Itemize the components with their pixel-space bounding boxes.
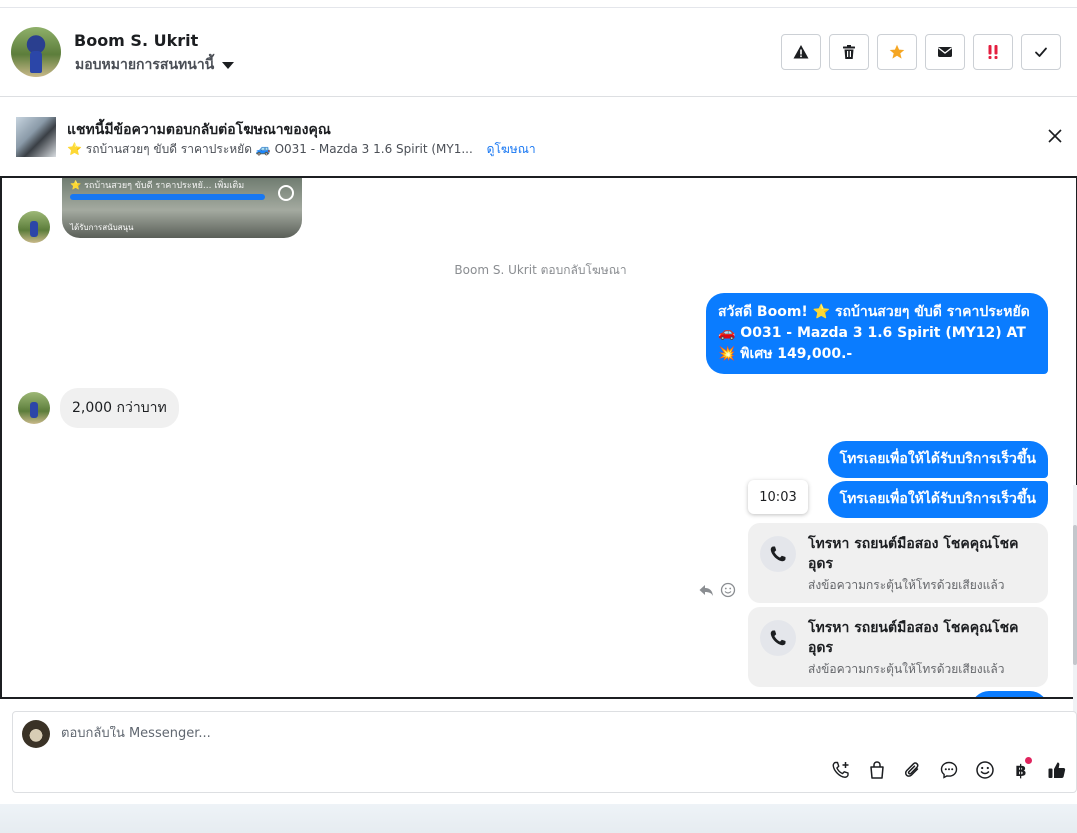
- ad-preview-card[interactable]: ⭐ รถบ้านสวยๆ ขับดี ราคาประหยั... เพิ่มเต…: [62, 178, 302, 238]
- phone-plus-icon: [832, 761, 849, 778]
- close-icon[interactable]: [1047, 128, 1063, 144]
- call-card-subtitle: ส่งข้อความกระตุ้นให้โทรด้วยเสียงแล้ว: [808, 662, 1005, 676]
- message-hover-actions: [698, 582, 736, 598]
- reply-composer: ฿: [12, 711, 1077, 793]
- view-ad-link[interactable]: ดูโฆษณา: [487, 142, 536, 156]
- contact-avatar[interactable]: [11, 27, 61, 77]
- star-icon: [889, 44, 905, 59]
- outgoing-message[interactable]: โทรเลยเพื่อให้ได้รับบริการเร็วขึ้น: [827, 481, 1048, 518]
- emoji-icon: [976, 761, 994, 779]
- delete-button[interactable]: [829, 34, 869, 70]
- outgoing-message[interactable]: โทรเลยเพื่อให้ได้รับบริการเร็วขึ้น: [827, 441, 1048, 478]
- header-actions: [781, 34, 1061, 70]
- outgoing-message[interactable]: สวัสดี Boom! ⭐ รถบ้านสวยๆ ขับดี ราคาประห…: [706, 293, 1048, 374]
- call-button[interactable]: [830, 759, 852, 781]
- phone-icon: [770, 630, 786, 646]
- contact-avatar-small: [18, 211, 50, 243]
- trash-icon: [843, 45, 855, 59]
- paperclip-icon: [904, 762, 919, 777]
- top-edge: [0, 0, 1077, 8]
- incoming-message[interactable]: 2,000 กว่าบาท: [60, 388, 179, 428]
- page-avatar: [22, 720, 50, 748]
- check-icon: [1035, 47, 1047, 57]
- baht-icon: ฿: [1015, 760, 1027, 780]
- outgoing-message-partial[interactable]: [971, 691, 1048, 697]
- call-prompt-card[interactable]: โทรหา รถยนต์มือสอง โชคคุณโชค อุดร ส่งข้อ…: [748, 523, 1048, 603]
- call-card-title: โทรหา รถยนต์มือสอง โชคคุณโชค อุดร: [808, 536, 1019, 572]
- shop-button[interactable]: [866, 759, 888, 781]
- contact-avatar-small: [18, 392, 50, 424]
- reply-input[interactable]: [61, 726, 861, 741]
- contact-name[interactable]: Boom S. Ukrit: [74, 31, 198, 50]
- ad-description: ⭐ รถบ้านสวยๆ ขับดี ราคาประหยัด 🚙 O031 - …: [67, 142, 473, 156]
- composer-tools: ฿: [830, 757, 1068, 781]
- notification-dot: [1025, 757, 1032, 764]
- thumbs-up-icon: [1048, 762, 1066, 778]
- assign-conversation-dropdown[interactable]: มอบหมายการสนทนานี้: [75, 54, 235, 76]
- emoji-reaction-icon[interactable]: [720, 582, 736, 598]
- saved-replies-button[interactable]: [938, 759, 960, 781]
- message-line: 💥 พิเศษ 149,000.-: [718, 346, 853, 362]
- shopping-bag-icon: [870, 761, 884, 779]
- report-button[interactable]: [781, 34, 821, 70]
- like-button[interactable]: [1046, 759, 1068, 781]
- mark-done-button[interactable]: [1021, 34, 1061, 70]
- message-line: สวัสดี Boom! ⭐ รถบ้านสวยๆ ขับดี ราคาประห…: [718, 304, 1030, 320]
- phone-icon: [770, 546, 786, 562]
- ad-banner-title: แชทนี้มีข้อความตอบกลับต่อโฆษณาของคุณ: [67, 122, 331, 138]
- call-card-title: โทรหา รถยนต์มือสอง โชคคุณโชค อุดร: [808, 620, 1019, 656]
- ad-thumbnail: [16, 117, 56, 157]
- system-note: Boom S. Ukrit ตอบกลับโฆษณา: [454, 263, 627, 277]
- caret-down-icon: [222, 61, 235, 69]
- phone-icon-wrap: [760, 620, 796, 656]
- messenger-icon: [278, 185, 294, 201]
- scrollbar-thumb[interactable]: [1073, 525, 1077, 665]
- conversation-header: Boom S. Ukrit มอบหมายการสนทนานี้: [0, 8, 1077, 97]
- chat-bubble-icon: [940, 761, 958, 779]
- ad-preview-progress: [70, 194, 265, 200]
- assign-label: มอบหมายการสนทนานี้: [75, 57, 215, 73]
- important-button[interactable]: [973, 34, 1013, 70]
- reply-icon[interactable]: [698, 582, 714, 598]
- call-prompt-card[interactable]: โทรหา รถยนต์มือสอง โชคคุณโชค อุดร ส่งข้อ…: [748, 607, 1048, 687]
- call-card-subtitle: ส่งข้อความกระตุ้นให้โทรด้วยเสียงแล้ว: [808, 578, 1005, 592]
- ad-reply-banner: แชทนี้มีข้อความตอบกลับต่อโฆษณาของคุณ ⭐ ร…: [0, 98, 1077, 176]
- mark-unread-button[interactable]: [925, 34, 965, 70]
- important-icon: [988, 45, 998, 59]
- star-button[interactable]: [877, 34, 917, 70]
- phone-icon-wrap: [760, 536, 796, 572]
- message-thread[interactable]: ⭐ รถบ้านสวยๆ ขับดี ราคาประหยั... เพิ่มเต…: [0, 176, 1077, 699]
- envelope-icon: [938, 47, 952, 57]
- warning-icon: [793, 45, 809, 59]
- ad-preview-text: ⭐ รถบ้านสวยๆ ขับดี ราคาประหยั... เพิ่มเต…: [70, 181, 245, 191]
- emoji-button[interactable]: [974, 759, 996, 781]
- bottom-strip: [0, 804, 1077, 833]
- ad-preview-footer: ได้รับการสนับสนุน: [70, 223, 134, 232]
- attach-button[interactable]: [902, 759, 924, 781]
- ad-banner-subtitle: ⭐ รถบ้านสวยๆ ขับดี ราคาประหยัด 🚙 O031 - …: [67, 140, 536, 159]
- timestamp-tooltip: 10:03: [748, 480, 808, 514]
- message-line: 🚗 O031 - Mazda 3 1.6 Spirit (MY12) AT: [718, 325, 1026, 341]
- payment-button[interactable]: ฿: [1010, 757, 1032, 781]
